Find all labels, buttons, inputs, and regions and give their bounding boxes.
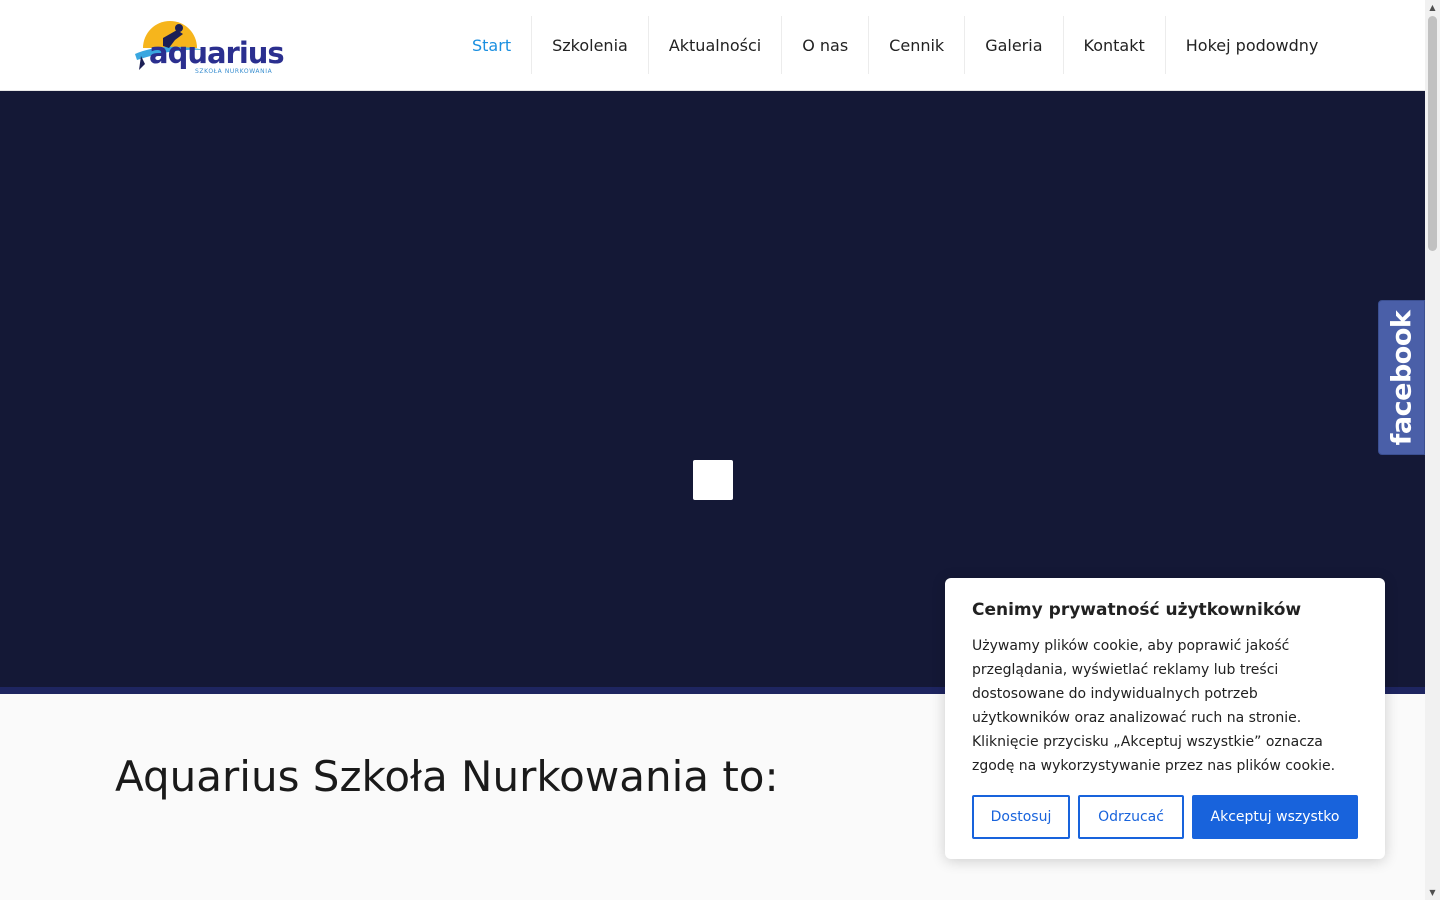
main-navigation: Start Szkolenia Aktualności O nas Cennik… <box>452 16 1338 74</box>
accept-all-button[interactable]: Akceptuj wszystko <box>1192 795 1358 839</box>
nav-item-o-nas[interactable]: O nas <box>782 16 870 74</box>
customize-button[interactable]: Dostosuj <box>972 795 1070 839</box>
reject-button[interactable]: Odrzucać <box>1078 795 1184 839</box>
cookie-banner-title: Cenimy prywatność użytkowników <box>972 600 1302 620</box>
scrollbar-thumb[interactable] <box>1428 16 1437 251</box>
page-scrollbar[interactable]: ▲ ▼ <box>1425 0 1440 900</box>
loading-spinner <box>693 460 733 500</box>
nav-item-kontakt[interactable]: Kontakt <box>1064 16 1166 74</box>
nav-item-hokej-podowdny[interactable]: Hokej podowdny <box>1166 16 1339 74</box>
nav-item-szkolenia[interactable]: Szkolenia <box>532 16 649 74</box>
aquarius-logo[interactable]: aquarius SZKOŁA NURKOWANIA <box>133 14 285 78</box>
logo-subtitle: SZKOŁA NURKOWANIA <box>195 68 273 75</box>
logo-wordmark: aquarius <box>149 36 285 70</box>
site-header: aquarius SZKOŁA NURKOWANIA Start Szkolen… <box>0 0 1425 91</box>
nav-item-galeria[interactable]: Galeria <box>965 16 1064 74</box>
cookie-button-group: Dostosuj Odrzucać Akceptuj wszystko <box>972 795 1358 839</box>
section-title: Aquarius Szkoła Nurkowania to: <box>115 752 779 801</box>
nav-item-cennik[interactable]: Cennik <box>869 16 966 74</box>
facebook-label: facebook <box>1386 310 1417 445</box>
nav-item-aktualnosci[interactable]: Aktualności <box>649 16 783 74</box>
facebook-side-tab[interactable]: facebook <box>1378 300 1425 455</box>
cookie-banner-text: Używamy plików cookie, aby poprawić jako… <box>972 638 1336 774</box>
nav-item-start[interactable]: Start <box>452 16 533 74</box>
scroll-down-arrow-icon[interactable]: ▼ <box>1425 885 1440 900</box>
scroll-up-arrow-icon[interactable]: ▲ <box>1425 0 1440 15</box>
cookie-consent-banner: Cenimy prywatność użytkowników Używamy p… <box>945 578 1385 859</box>
